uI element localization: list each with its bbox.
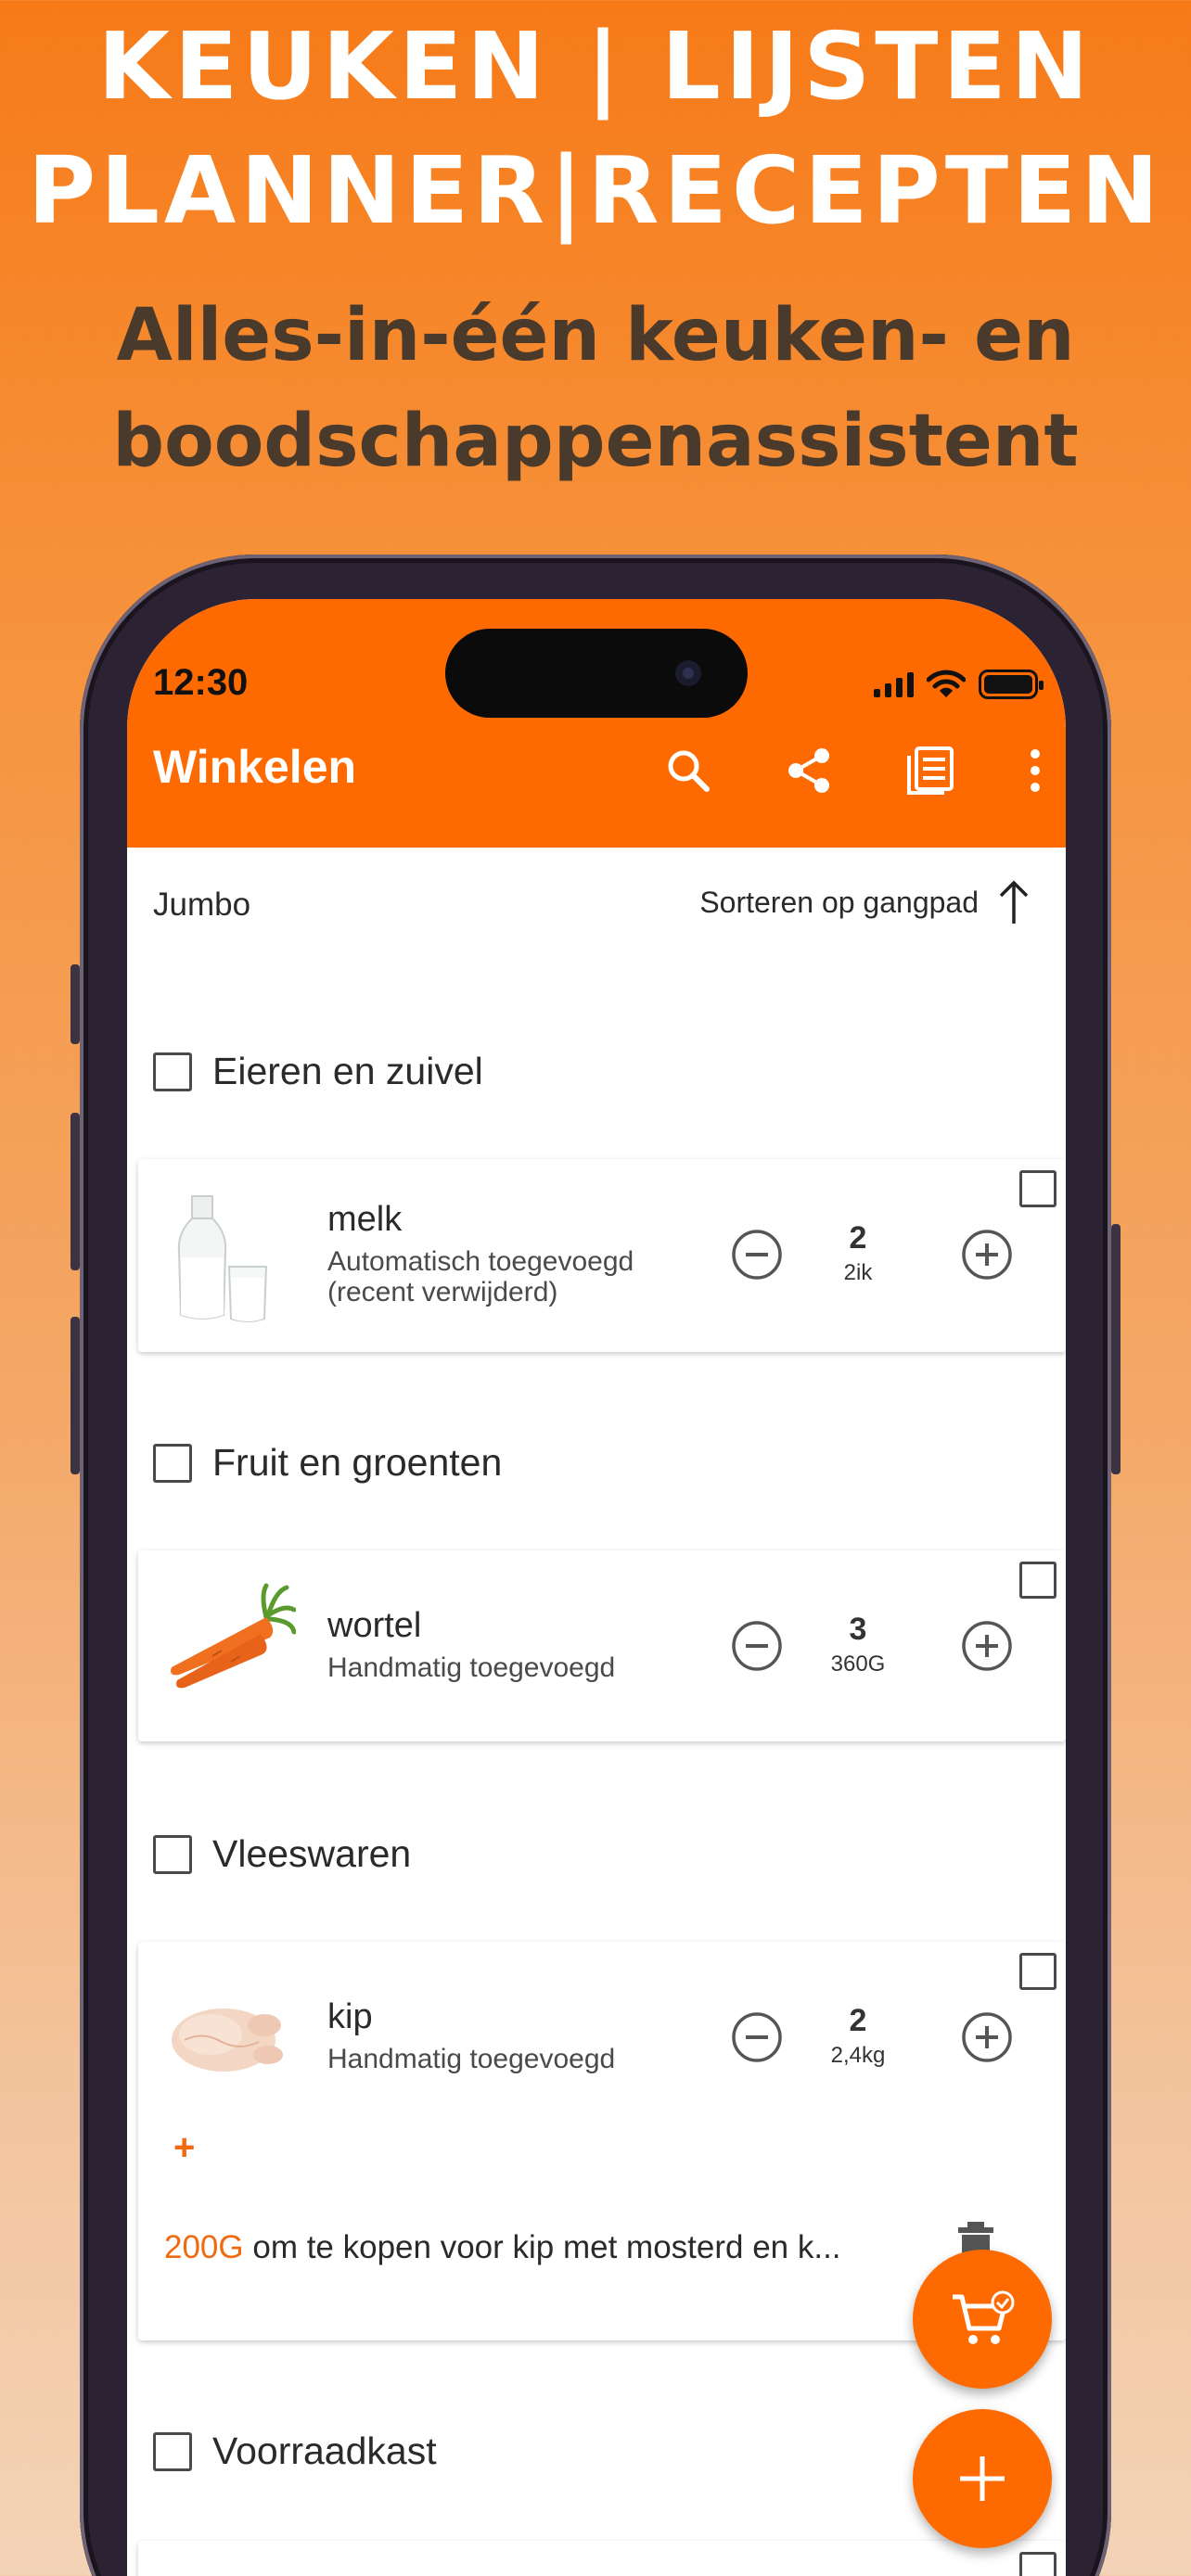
arrow-up-icon: [999, 880, 1029, 924]
add-icon: [960, 2456, 1005, 2501]
list-item[interactable]: wortel Handmatig toegevoegd 3 360G: [138, 1550, 1066, 1741]
section-header[interactable]: Vleeswaren: [153, 1832, 411, 1876]
item-name: wortel: [327, 1606, 422, 1645]
item-checkbox[interactable]: [1019, 1562, 1057, 1599]
item-note: Automatisch toegevoegd (recent verwijder…: [327, 1246, 634, 1307]
promo-headline-line1: KEUKEN | LIJSTEN: [97, 12, 1094, 121]
section-checkbox[interactable]: [153, 1052, 192, 1091]
app-title: Winkelen: [153, 741, 357, 793]
phone-side-button: [70, 1317, 80, 1474]
item-quantity: 3 360G: [812, 1612, 904, 1677]
phone-screen: 12:30 Winkelen Jumbo Sorteren op gangpad…: [127, 599, 1066, 2576]
recipe-amount: 200G: [164, 2229, 244, 2265]
sort-label: Sorteren op gangpad: [699, 885, 979, 919]
phone-side-button: [70, 964, 80, 1044]
add-recipe-link-button[interactable]: +: [173, 2127, 195, 2169]
battery-icon: [979, 670, 1044, 699]
section-header[interactable]: Fruit en groenten: [153, 1441, 502, 1485]
store-name[interactable]: Jumbo: [153, 886, 250, 924]
increment-button[interactable]: [960, 1228, 1014, 1282]
phone-side-button: [1111, 1224, 1121, 1474]
section-checkbox[interactable]: [153, 1834, 192, 1874]
cart-check-icon: [953, 2290, 1015, 2344]
quantity-unit: 360G: [830, 1651, 886, 1677]
section-title: Eieren en zuivel: [212, 1050, 483, 1092]
section-checkbox[interactable]: [153, 2431, 192, 2471]
section-header[interactable]: Voorraadkast: [153, 2429, 437, 2473]
item-note: Handmatig toegevoegd: [327, 1652, 616, 1683]
quantity-unit: 2ik: [843, 1260, 873, 1285]
promo-headline-line2: PLANNER|RECEPTEN: [27, 136, 1164, 245]
promo-subtitle-line1: Alles-in-één keuken- en: [116, 294, 1075, 377]
list-item[interactable]: melk Automatisch toegevoegd (recent verw…: [138, 1159, 1066, 1352]
quantity-value: 3: [849, 1612, 867, 1647]
status-icons: [874, 666, 1044, 703]
section-title: Vleeswaren: [212, 1832, 412, 1875]
add-item-fab[interactable]: [913, 2409, 1052, 2548]
section-title: Fruit en groenten: [212, 1441, 503, 1484]
chicken-image: [172, 2009, 283, 2072]
decrement-button[interactable]: [730, 1228, 784, 1282]
list-item[interactable]: [138, 2541, 1066, 2576]
item-note: Handmatig toegevoegd: [327, 2044, 616, 2074]
decrement-button[interactable]: [730, 2010, 784, 2064]
decrement-button[interactable]: [730, 1619, 784, 1673]
quantity-value: 2: [849, 1220, 867, 1256]
wifi-icon: [927, 670, 966, 697]
item-checkbox[interactable]: [1019, 2552, 1057, 2576]
search-icon[interactable]: [656, 738, 721, 803]
quantity-unit: 2,4kg: [830, 2043, 886, 2068]
recipe-text: om te kopen voor kip met mosterd en k...: [252, 2229, 841, 2265]
increment-button[interactable]: [960, 2010, 1014, 2064]
section-title: Voorraadkast: [212, 2429, 437, 2472]
quantity-value: 2: [849, 2003, 867, 2038]
share-icon[interactable]: [776, 738, 841, 803]
recipe-usage-line: 200G om te kopen voor kip met mosterd en…: [164, 2229, 841, 2266]
list-view-icon[interactable]: [897, 738, 962, 803]
phone-side-button: [70, 1113, 80, 1270]
cart-check-fab[interactable]: [913, 2250, 1052, 2389]
item-name: kip: [327, 1997, 373, 2036]
section-checkbox[interactable]: [153, 1443, 192, 1483]
more-vert-icon[interactable]: [1003, 738, 1066, 803]
item-quantity: 2 2ik: [812, 1220, 904, 1286]
app-bar: 12:30 Winkelen: [127, 599, 1066, 848]
item-quantity: 2 2,4kg: [812, 2003, 904, 2069]
item-name: melk: [327, 1200, 403, 1239]
item-checkbox[interactable]: [1019, 1953, 1057, 1990]
carrot-image: [171, 1583, 296, 1689]
cellular-signal-icon: [874, 671, 914, 697]
status-time: 12:30: [153, 662, 249, 703]
dynamic-island: [445, 629, 748, 718]
increment-button[interactable]: [960, 1619, 1014, 1673]
section-header[interactable]: Eieren en zuivel: [153, 1050, 483, 1093]
sort-control[interactable]: Sorteren op gangpad: [699, 877, 1032, 927]
item-checkbox[interactable]: [1019, 1170, 1057, 1207]
milk-image: [177, 1195, 268, 1322]
promo-subtitle-line2: boodschappenassistent: [112, 400, 1079, 483]
